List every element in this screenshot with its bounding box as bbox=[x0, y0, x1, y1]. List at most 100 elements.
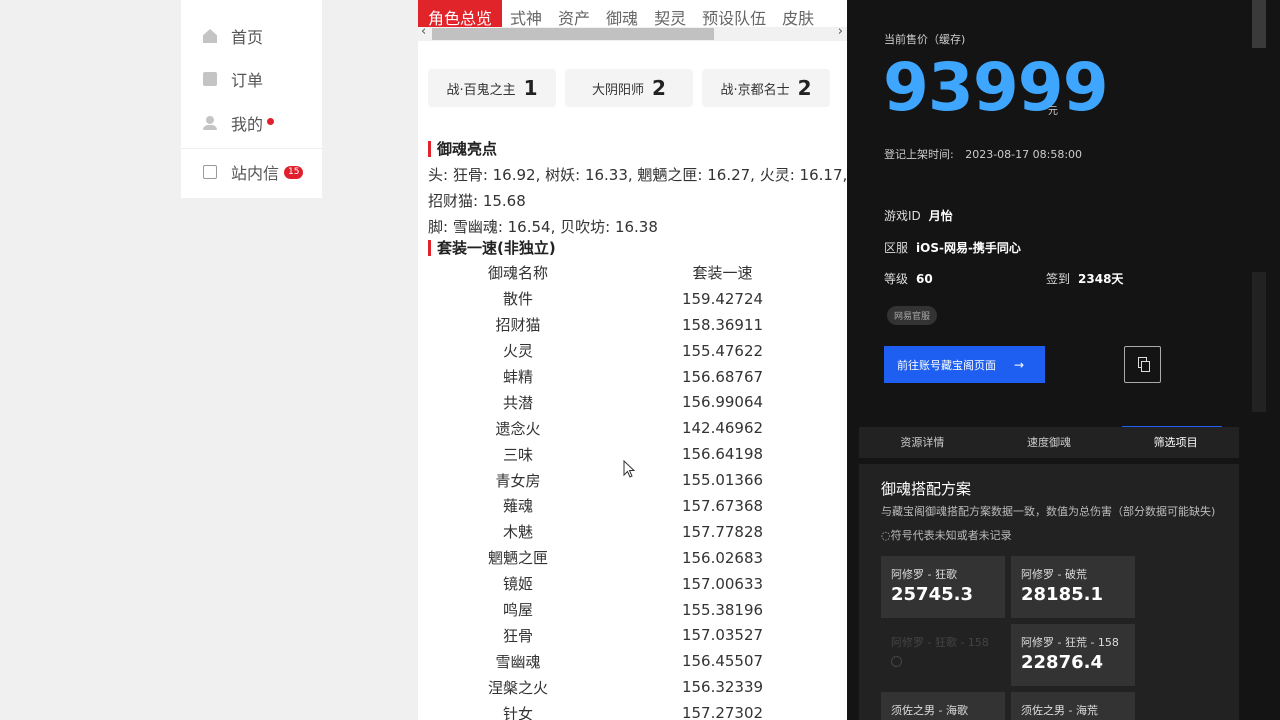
server-value: iOS-网易-携手同心 bbox=[916, 241, 1021, 255]
game-id-row: 游戏ID 月怡 bbox=[884, 207, 953, 224]
table-row: 遗念火 142.46962 bbox=[418, 415, 847, 441]
highlights-title: 御魂亮点 bbox=[428, 141, 497, 157]
plan-card[interactable]: 阿修罗 - 破荒 28185.1 bbox=[1011, 556, 1135, 618]
speed-value-cell: 156.68767 bbox=[681, 367, 764, 386]
highlight-line: 头: 狂骨: 16.92, 树妖: 16.33, 魍魉之匣: 16.27, 火灵… bbox=[428, 166, 847, 184]
tab-filter-items[interactable]: 筛选项目 bbox=[1112, 427, 1239, 458]
inner-scrollbar-thumb[interactable] bbox=[1252, 272, 1266, 412]
arrow-right-icon: → bbox=[1014, 357, 1025, 372]
account-detail-panel: 角色总览 式神 资产 御魂 契灵 预设队伍 皮肤 ‹ › 战·百鬼之主 1 大阴… bbox=[418, 0, 847, 720]
table-header: 御魂名称 套装一速 bbox=[418, 260, 847, 286]
plan-card[interactable]: 须佐之男 - 海歌 bbox=[881, 692, 1005, 720]
plan-title: 御魂搭配方案 bbox=[881, 480, 972, 498]
mitama-name-cell: 火灵 bbox=[502, 342, 533, 361]
tab-mitama[interactable]: 御魂 bbox=[598, 0, 646, 28]
table-row: 木魅 157.77828 bbox=[418, 519, 847, 545]
game-id-label: 游戏ID bbox=[884, 209, 921, 223]
table-body: 散件 159.42724 招财猫 158.36911 火灵 155.47622 蚌精 156.… bbox=[418, 286, 847, 720]
title-card-label: 战·百鬼之主 bbox=[446, 82, 516, 98]
table-row: 火灵 155.47622 bbox=[418, 338, 847, 364]
scrollbar-thumb[interactable] bbox=[432, 28, 714, 40]
mitama-name-cell: 青女房 bbox=[495, 471, 541, 490]
tab-shikigami[interactable]: 式神 bbox=[502, 0, 550, 28]
mitama-name-cell: 涅槃之火 bbox=[487, 678, 548, 697]
copy-icon-front bbox=[1141, 361, 1150, 372]
mitama-name-cell: 蚌精 bbox=[502, 368, 533, 386]
tab-resource-details[interactable]: 资源详情 bbox=[859, 427, 986, 458]
sidebar-item-orders[interactable]: 订单 bbox=[203, 67, 263, 91]
page-scrollbar-thumb[interactable] bbox=[1252, 0, 1266, 48]
speed-value-cell: 158.36911 bbox=[681, 315, 764, 334]
user-icon bbox=[203, 116, 217, 130]
plan-card-name: 阿修罗 - 狂荒 - 158 bbox=[1021, 636, 1119, 649]
tab-contract-spirit[interactable]: 契灵 bbox=[646, 0, 694, 28]
plan-note: ◌符号代表未知或者未记录 bbox=[881, 529, 1012, 542]
table-row: 薙魂 157.67368 bbox=[418, 493, 847, 519]
tab-skins[interactable]: 皮肤 bbox=[774, 0, 822, 28]
home-icon bbox=[203, 29, 217, 43]
table-row: 散件 159.42724 bbox=[418, 286, 847, 312]
table-row: 蚌精 156.68767 bbox=[418, 364, 847, 390]
speed-table-title: 套装一速(非独立) bbox=[428, 240, 556, 256]
table-row: 镜姬 157.00633 bbox=[418, 571, 847, 597]
mitama-name-cell: 魍魉之匣 bbox=[487, 549, 548, 568]
speed-value-cell: 156.02683 bbox=[681, 548, 764, 567]
sidebar-item-home[interactable]: 首页 bbox=[203, 24, 263, 48]
speed-value-cell: 156.99064 bbox=[681, 393, 764, 412]
sidebar-item-label: 站内信 bbox=[231, 164, 280, 183]
speed-value-cell: 157.27302 bbox=[681, 704, 764, 720]
speed-value-cell: 157.03527 bbox=[681, 626, 764, 645]
scroll-left-icon[interactable]: ‹ bbox=[421, 24, 426, 39]
title-card-value: 2 bbox=[652, 76, 666, 100]
plan-card-name: 须佐之男 - 海荒 bbox=[1021, 704, 1098, 717]
speed-value-cell: 156.64198 bbox=[681, 445, 764, 464]
table-row: 针女 157.27302 bbox=[418, 700, 847, 720]
game-id-value: 月怡 bbox=[928, 209, 953, 223]
listing-time-value: 2023-08-17 08:58:00 bbox=[965, 148, 1083, 161]
sidebar-divider bbox=[181, 148, 322, 149]
tab-speed-mitama[interactable]: 速度御魂 bbox=[986, 427, 1113, 458]
tab-role-overview[interactable]: 角色总览 bbox=[418, 0, 503, 28]
mitama-name-cell: 雪幽魂 bbox=[495, 652, 541, 671]
price-value: 93999 bbox=[883, 49, 1109, 126]
sidebar-item-mine[interactable]: 我的 bbox=[203, 111, 275, 135]
mail-icon bbox=[203, 165, 217, 179]
server-row: 区服 iOS-网易-携手同心 bbox=[884, 239, 1021, 256]
mitama-name-cell: 鸣屋 bbox=[502, 601, 533, 620]
table-row: 招财猫 158.36911 bbox=[418, 312, 847, 338]
horizontal-scrollbar[interactable]: ‹ › bbox=[418, 24, 847, 41]
scroll-right-icon[interactable]: › bbox=[838, 24, 843, 39]
title-card-label: 大阴阳师 bbox=[592, 82, 645, 98]
message-count-badge: 15 bbox=[284, 165, 304, 179]
mitama-name-cell: 散件 bbox=[502, 290, 533, 309]
speed-value-cell: 157.67368 bbox=[681, 496, 764, 515]
server-label: 区服 bbox=[884, 241, 909, 255]
plan-card[interactable]: 阿修罗 - 狂歌 25745.3 bbox=[881, 556, 1005, 618]
plan-card[interactable]: 须佐之男 - 海荒 bbox=[1011, 692, 1135, 720]
go-to-cbg-button[interactable]: 前往账号藏宝阁页面 → bbox=[884, 346, 1045, 383]
speed-value-cell: 156.32339 bbox=[681, 678, 764, 697]
speed-table: 御魂名称 套装一速 散件 159.42724 招财猫 158.36911 火灵 155.4… bbox=[418, 260, 847, 720]
mitama-name-cell: 木魅 bbox=[502, 523, 533, 542]
level-label: 等级 bbox=[884, 272, 909, 286]
speed-value-cell: 156.45507 bbox=[681, 652, 764, 671]
page-scrollbar[interactable] bbox=[1250, 0, 1280, 720]
title-card-label: 战·京都名士 bbox=[720, 82, 790, 98]
copy-button[interactable] bbox=[1124, 346, 1161, 383]
plan-card[interactable]: 阿修罗 - 狂荒 - 158 22876.4 bbox=[1011, 624, 1135, 686]
speed-value-cell: 157.77828 bbox=[681, 522, 764, 541]
level-row: 等级 60 bbox=[884, 270, 933, 287]
tab-preset-team[interactable]: 预设队伍 bbox=[694, 0, 774, 28]
sidebar-item-messages[interactable]: 站内信 15 bbox=[203, 160, 304, 184]
column-header: 御魂名称 bbox=[487, 264, 548, 283]
tab-assets[interactable]: 资产 bbox=[550, 0, 598, 28]
table-row: 共潜 156.99064 bbox=[418, 389, 847, 415]
mitama-name-cell: 三味 bbox=[502, 445, 533, 464]
price-label: 当前售价（缓存) bbox=[884, 33, 966, 46]
level-value: 60 bbox=[916, 272, 933, 286]
content-tabs: 角色总览 式神 资产 御魂 契灵 预设队伍 皮肤 bbox=[418, 0, 822, 28]
speed-value-cell: 155.47622 bbox=[681, 341, 764, 360]
listing-time-label: 登记上架时间: bbox=[884, 148, 954, 161]
table-row: 狂骨 157.03527 bbox=[418, 622, 847, 648]
plan-card-name: 须佐之男 - 海歌 bbox=[891, 704, 968, 717]
